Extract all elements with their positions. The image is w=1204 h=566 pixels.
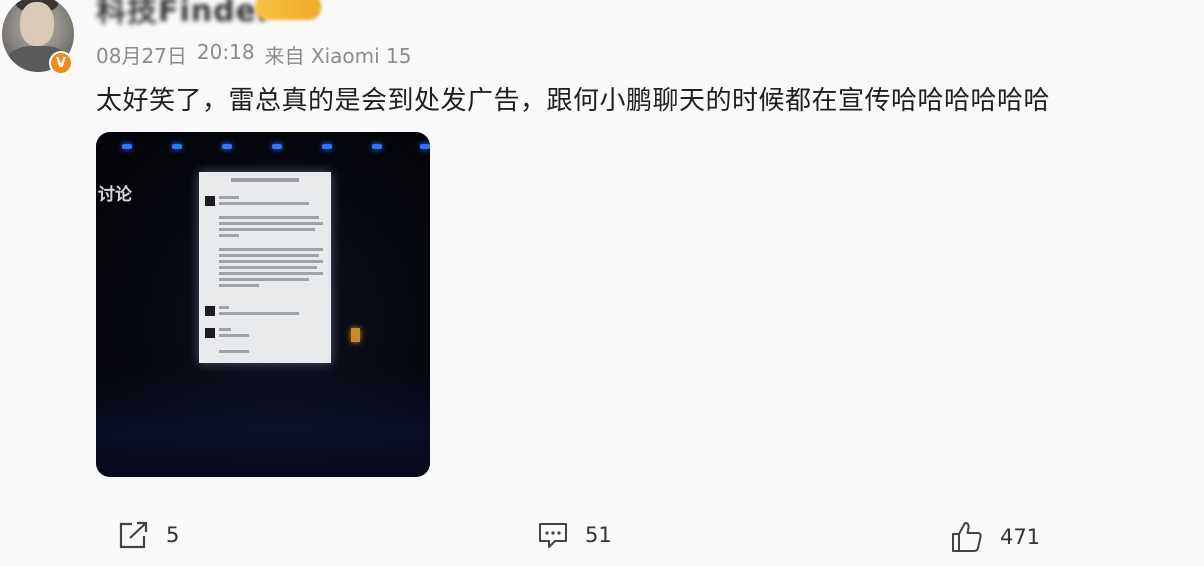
verified-badge-icon: V <box>49 51 73 75</box>
share-icon <box>119 521 148 549</box>
post-time: 20:18 <box>196 40 255 64</box>
username[interactable]: 科技Finder <box>96 0 273 30</box>
comment-icon <box>539 523 567 548</box>
image-caption: 讨论 <box>98 185 132 205</box>
stage-light <box>372 144 382 149</box>
post-text: 太好笑了，雷总真的是会到处发广告，跟何小鹏聊天的时候都在宣传哈哈哈哈哈哈 <box>96 86 1051 116</box>
post-meta: 08月27日 20:18 来自 Xiaomi 15 <box>96 40 412 69</box>
stage-light <box>272 144 282 149</box>
stage-light <box>222 144 232 149</box>
post-date: 08月27日 <box>96 44 187 68</box>
stage-light <box>122 144 132 149</box>
member-badge-icon <box>255 0 321 20</box>
stage-light <box>322 144 332 149</box>
repost-count: 5 <box>166 523 180 547</box>
projected-screen <box>199 172 331 363</box>
thumbs-up-icon <box>952 522 982 552</box>
post-source[interactable]: 来自 Xiaomi 15 <box>265 40 412 69</box>
amber-light <box>351 328 360 342</box>
stage-lights <box>96 144 430 152</box>
repost-button[interactable]: 5 <box>118 520 179 550</box>
like-count: 471 <box>1000 525 1041 549</box>
like-button[interactable]: 471 <box>950 520 1040 554</box>
post-image[interactable]: 讨论 <box>96 132 430 477</box>
stage-light <box>420 144 430 149</box>
avatar-face <box>20 2 54 46</box>
stage-light <box>172 144 182 149</box>
comment-button[interactable]: 51 <box>537 520 612 550</box>
comment-count: 51 <box>585 523 612 547</box>
audience-silhouettes <box>96 367 430 477</box>
